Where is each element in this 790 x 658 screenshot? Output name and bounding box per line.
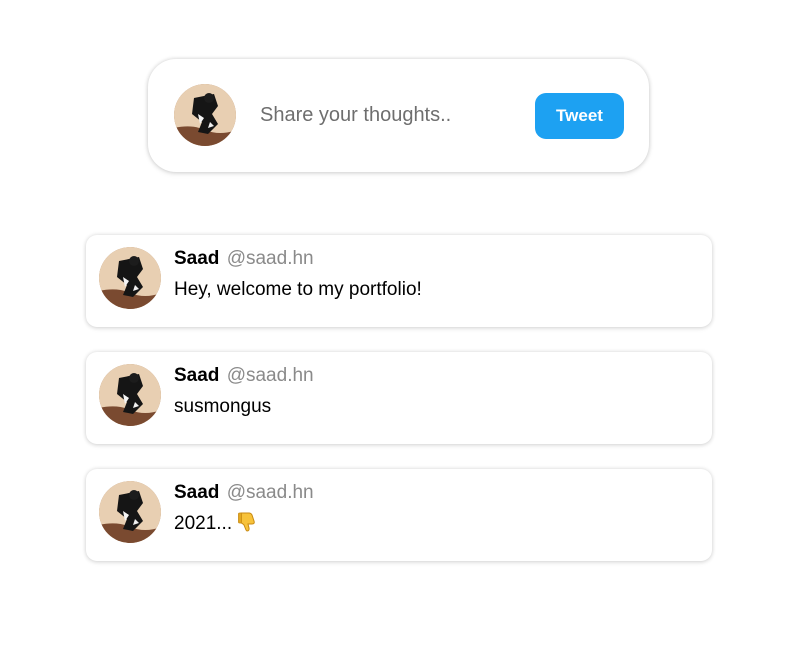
avatar bbox=[99, 481, 161, 543]
tweet-text-content: susmongus bbox=[174, 396, 272, 417]
tweet-header: Saad @saad.hn bbox=[174, 481, 314, 505]
tweet-author-handle: @saad.hn bbox=[226, 248, 314, 269]
tweet-author-handle: @saad.hn bbox=[226, 365, 314, 386]
tweet-card: Saad @saad.hn 2021... bbox=[86, 469, 712, 561]
tweet-text-content: 2021... bbox=[174, 513, 233, 534]
tweet-author-name: Saad bbox=[174, 248, 220, 269]
avatar bbox=[99, 247, 161, 309]
tweet-button[interactable]: Tweet bbox=[535, 93, 624, 139]
tweet-input[interactable] bbox=[260, 95, 500, 135]
tweet-composer: Tweet bbox=[148, 59, 649, 172]
tweet-author-name: Saad bbox=[174, 482, 220, 503]
tweet-author-handle: @saad.hn bbox=[226, 482, 314, 503]
tweet-text-content: Hey, welcome to my portfolio! bbox=[174, 279, 422, 300]
tweet-card: Saad @saad.hn susmongus bbox=[86, 352, 712, 444]
tweet-author-name: Saad bbox=[174, 365, 220, 386]
avatar bbox=[174, 84, 236, 146]
thumbs-down-icon bbox=[238, 512, 256, 532]
avatar bbox=[99, 364, 161, 426]
tweet-header: Saad @saad.hn bbox=[174, 247, 314, 271]
tweet-header: Saad @saad.hn bbox=[174, 364, 314, 388]
tweet-text: Hey, welcome to my portfolio! bbox=[174, 278, 422, 302]
tweet-text: susmongus bbox=[174, 395, 271, 419]
tweet-feed: Saad @saad.hn Hey, welcome to my portfol… bbox=[86, 235, 712, 586]
tweet-text: 2021... bbox=[174, 512, 256, 536]
tweet-card: Saad @saad.hn Hey, welcome to my portfol… bbox=[86, 235, 712, 327]
